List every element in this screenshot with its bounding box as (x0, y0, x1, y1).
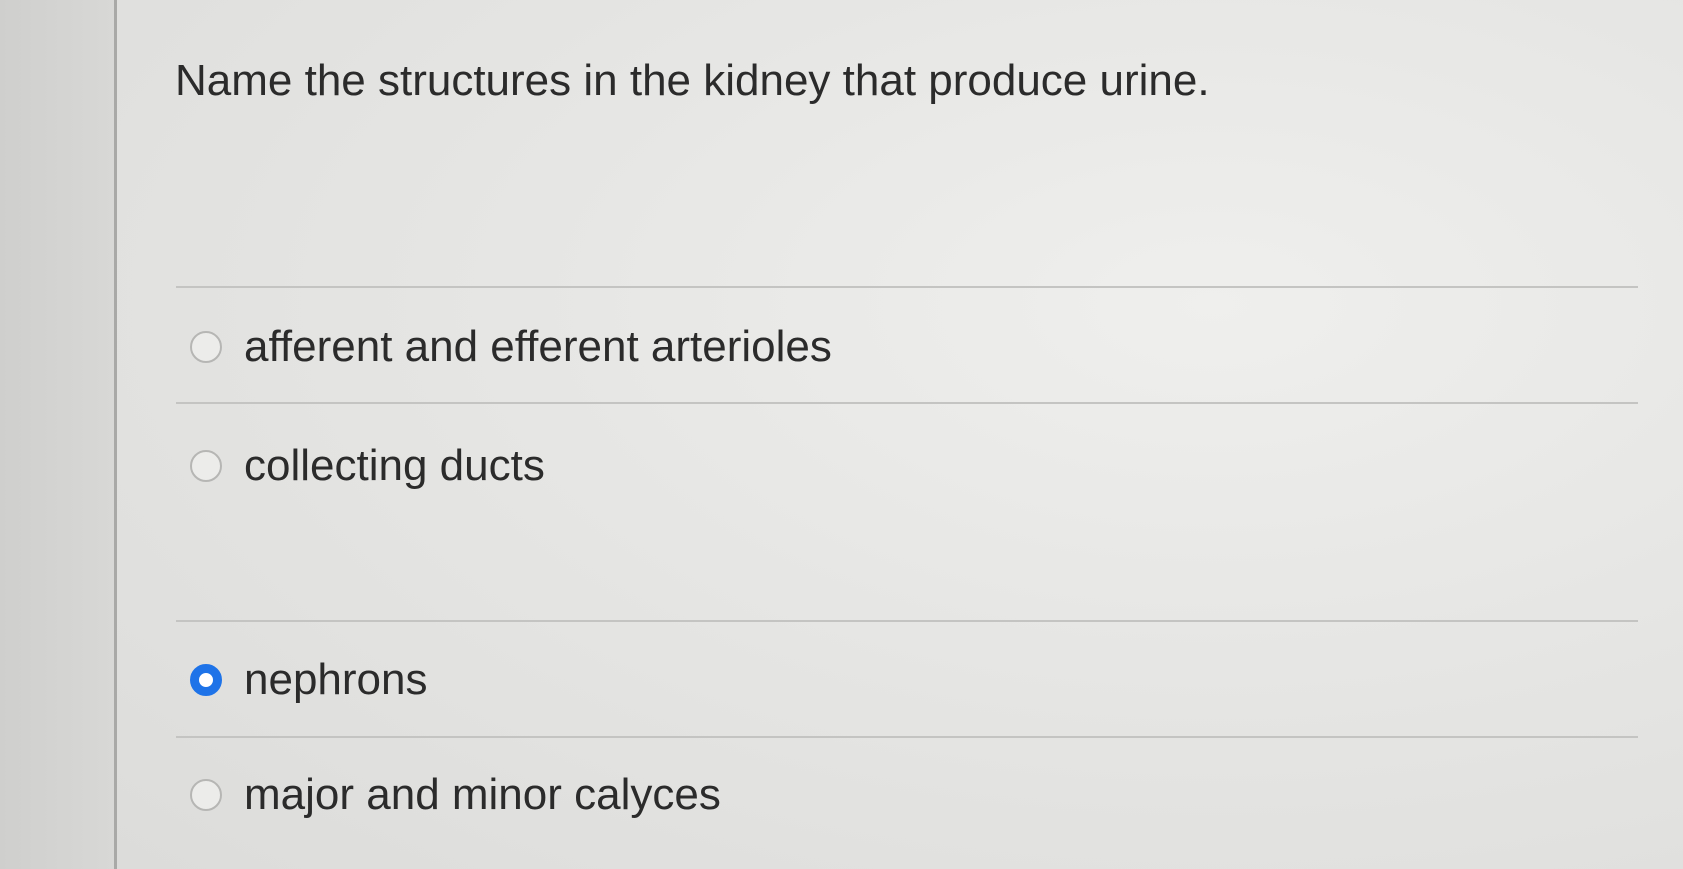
option-nephrons[interactable]: nephrons (190, 655, 427, 705)
option-divider (176, 620, 1638, 622)
radio-button-unselected[interactable] (190, 450, 222, 482)
option-divider (176, 402, 1638, 404)
option-label: collecting ducts (244, 441, 545, 490)
radio-button-unselected[interactable] (190, 331, 222, 363)
option-collecting-ducts[interactable]: collecting ducts (190, 441, 545, 491)
radio-button-unselected[interactable] (190, 779, 222, 811)
option-label: afferent and efferent arterioles (244, 322, 832, 371)
option-divider (176, 736, 1638, 738)
radio-button-selected[interactable] (190, 664, 222, 696)
option-label: major and minor calyces (244, 770, 721, 819)
option-major-minor-calyces[interactable]: major and minor calyces (190, 770, 721, 820)
option-afferent-efferent-arterioles[interactable]: afferent and efferent arterioles (190, 322, 832, 372)
question-text: Name the structures in the kidney that p… (175, 56, 1210, 105)
option-label: nephrons (244, 655, 428, 704)
quiz-content-area (117, 0, 1683, 869)
page-left-margin (0, 0, 116, 869)
option-divider (176, 286, 1638, 288)
